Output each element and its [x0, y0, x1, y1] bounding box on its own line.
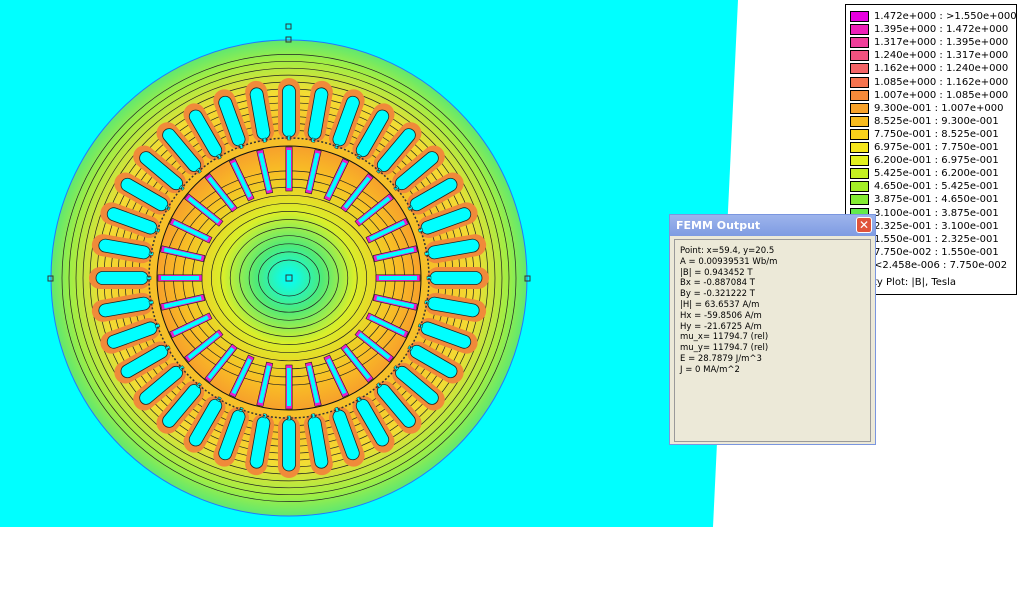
rotor-slot	[285, 146, 293, 192]
legend-entry: 1.317e+000 : 1.395e+000	[850, 36, 1008, 49]
legend-swatch	[850, 89, 869, 101]
legend-label: 3.100e-001 : 3.875e-001	[874, 207, 999, 219]
legend-label: <2.458e-006 : 7.750e-002	[874, 259, 1008, 271]
legend-entry: 1.395e+000 : 1.472e+000	[850, 23, 1008, 36]
output-line: mu_y= 11794.7 (rel)	[680, 343, 769, 354]
output-line: By = -0.321222 T	[680, 289, 755, 300]
legend-label: 1.162e+000 : 1.240e+000	[874, 63, 1009, 75]
legend-swatch	[850, 168, 869, 180]
legend-caption: ty Plot: |B|, Tesla	[873, 277, 957, 288]
legend-label: 5.425e-001 : 6.200e-001	[874, 168, 999, 180]
stator-slot	[89, 267, 152, 289]
output-line: E = 28.7879 J/m^3	[680, 353, 762, 364]
stator-slot	[278, 415, 300, 478]
output-line: |H| = 63.6537 A/m	[680, 299, 760, 310]
legend-swatch	[850, 142, 869, 153]
legend-swatch	[850, 181, 869, 193]
legend-swatch	[850, 50, 869, 62]
legend-entry: 5.425e-001 : 6.200e-001	[850, 167, 999, 180]
legend-entry: 6.975e-001 : 7.750e-001	[850, 141, 999, 154]
close-button[interactable]: ✕	[856, 217, 872, 233]
legend-label: 2.325e-001 : 3.100e-001	[874, 220, 999, 232]
legend-swatch	[850, 155, 869, 167]
legend-swatch	[850, 24, 869, 36]
legend-label: 6.200e-001 : 6.975e-001	[874, 155, 999, 167]
legend-entry: 3.875e-001 : 4.650e-001	[850, 193, 999, 206]
output-line: |B| = 0.943452 T	[680, 267, 753, 278]
output-line: Bx = -0.887084 T	[680, 278, 755, 289]
rotor-slot	[375, 274, 421, 282]
legend-swatch	[850, 194, 869, 206]
output-text-area[interactable]: Point: x=59.4, y=20.5 A = 0.00939531 Wb/m…	[674, 239, 871, 442]
legend-swatch	[850, 63, 869, 75]
legend-entry: 1.472e+000 : >1.550e+000	[850, 10, 1017, 23]
legend-entry: 6.200e-001 : 6.975e-001	[850, 154, 999, 167]
legend-swatch	[850, 11, 869, 22]
legend-label: 1.007e+000 : 1.085e+000	[874, 89, 1009, 101]
output-line: A = 0.00939531 Wb/m	[680, 256, 778, 267]
legend-entry: 8.525e-001 : 9.300e-001	[850, 115, 999, 128]
legend-label: 1.240e+000 : 1.317e+000	[874, 50, 1009, 62]
legend-swatch	[850, 76, 869, 88]
legend-label: 9.300e-001 : 1.007e+000	[874, 102, 1004, 114]
dialog-title: FEMM Output	[676, 219, 761, 232]
legend-label: 3.875e-001 : 4.650e-001	[874, 194, 999, 206]
output-line: Hx = -59.8506 A/m	[680, 310, 762, 321]
legend-entry: 4.650e-001 : 5.425e-001	[850, 180, 999, 193]
legend-swatch	[850, 102, 869, 114]
legend-label: 6.975e-001 : 7.750e-001	[874, 142, 999, 153]
output-line: Hy = -21.6725 A/m	[680, 321, 762, 332]
legend-label: 4.650e-001 : 5.425e-001	[874, 181, 999, 193]
legend-label: 1.472e+000 : >1.550e+000	[874, 11, 1017, 22]
rotor-slot	[285, 364, 293, 410]
legend-entry: 7.750e-001 : 8.525e-001	[850, 128, 999, 141]
legend-label: 1.550e-001 : 2.325e-001	[874, 233, 999, 245]
dialog-titlebar[interactable]: FEMM Output ✕	[670, 215, 875, 236]
legend-label: 7.750e-002 : 1.550e-001	[874, 246, 999, 258]
legend-entry: 1.240e+000 : 1.317e+000	[850, 49, 1008, 62]
legend-entry: 1.007e+000 : 1.085e+000	[850, 89, 1008, 102]
legend-label: 7.750e-001 : 8.525e-001	[874, 128, 999, 140]
legend-swatch	[850, 115, 869, 127]
legend-label: 1.395e+000 : 1.472e+000	[874, 24, 1009, 36]
output-line: mu_x= 11794.7 (rel)	[680, 332, 769, 343]
stator-slot	[278, 78, 300, 141]
legend-swatch	[850, 37, 869, 49]
rotor-slot	[157, 274, 203, 282]
output-lines: Point: x=59.4, y=20.5 A = 0.00939531 Wb/m…	[680, 246, 870, 376]
output-line: Point: x=59.4, y=20.5	[680, 246, 775, 256]
output-line: J = 0 MA/m^2	[680, 364, 740, 375]
legend-label: 1.317e+000 : 1.395e+000	[874, 37, 1009, 49]
stator-slot	[426, 267, 489, 289]
femm-output-dialog[interactable]: FEMM Output ✕ Point: x=59.4, y=20.5 A = 0…	[669, 214, 876, 445]
legend-entry: 1.085e+000 : 1.162e+000	[850, 76, 1008, 89]
legend-entry: 9.300e-001 : 1.007e+000	[850, 102, 1003, 115]
legend-entry: 1.162e+000 : 1.240e+000	[850, 62, 1008, 75]
legend-swatch	[850, 128, 869, 140]
legend-label: 1.085e+000 : 1.162e+000	[874, 76, 1009, 88]
legend-label: 8.525e-001 : 9.300e-001	[874, 115, 999, 127]
